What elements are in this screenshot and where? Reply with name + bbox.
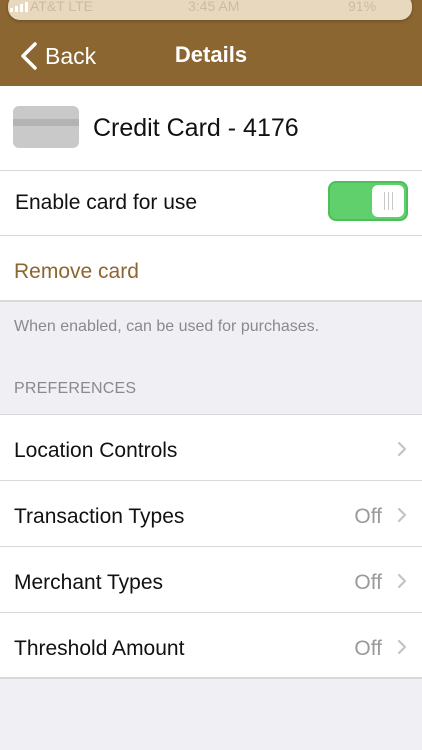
- status-bar: AT&T LTE 3:45 AM 91%: [8, 0, 412, 20]
- enable-hint-text: When enabled, can be used for purchases.: [14, 318, 320, 335]
- remove-card-button[interactable]: Remove card: [14, 260, 139, 284]
- page-title: Details: [174, 42, 248, 67]
- enable-card-toggle[interactable]: [328, 181, 408, 221]
- preference-item-merchant-types[interactable]: Merchant Types Off: [0, 547, 422, 613]
- chevron-right-icon: [397, 507, 407, 523]
- card-header: Credit Card - 4176: [0, 86, 422, 170]
- preference-item-transaction-types[interactable]: Transaction Types Off: [0, 481, 422, 547]
- preferences-list: Location Controls Transaction Types Off …: [0, 414, 422, 679]
- preference-label: Merchant Types: [14, 571, 164, 594]
- card-name: Credit Card - 4176: [93, 114, 299, 142]
- battery-text: 91%: [348, 0, 377, 14]
- chevron-right-icon: [397, 441, 407, 457]
- credit-card-icon: [13, 106, 79, 148]
- preference-label: Transaction Types: [14, 505, 185, 528]
- preference-label: Threshold Amount: [14, 637, 185, 660]
- preference-label: Location Controls: [14, 439, 178, 462]
- chevron-right-icon: [397, 639, 407, 655]
- preference-value: Off: [354, 571, 382, 594]
- preferences-header: PREFERENCES: [14, 380, 137, 397]
- preference-value: Off: [354, 505, 382, 528]
- enable-card-label: Enable card for use: [15, 191, 198, 214]
- carrier-text: AT&T LTE: [30, 0, 94, 14]
- remove-card-row[interactable]: Remove card: [0, 236, 422, 302]
- preference-item-location-controls[interactable]: Location Controls: [0, 415, 422, 481]
- signal-icon: [10, 2, 28, 12]
- enable-card-row: Enable card for use: [0, 170, 422, 236]
- clock-text: 3:45 AM: [188, 0, 240, 14]
- preference-value: Off: [354, 637, 382, 660]
- nav-bar: AT&T LTE 3:45 AM 91% Back Details: [0, 0, 422, 86]
- chevron-right-icon: [397, 573, 407, 589]
- toggle-knob: [372, 185, 404, 217]
- preference-item-threshold-amount[interactable]: Threshold Amount Off: [0, 613, 422, 679]
